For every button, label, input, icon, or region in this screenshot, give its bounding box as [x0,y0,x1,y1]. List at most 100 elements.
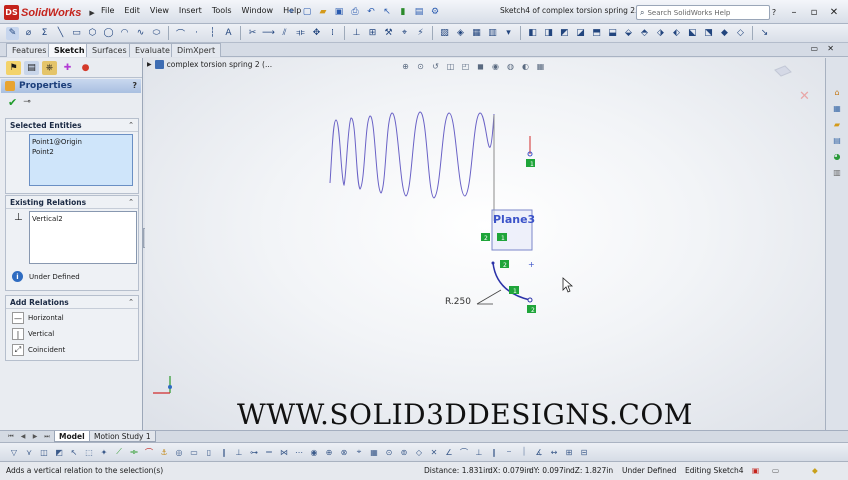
filter-vertices-icon[interactable]: ⋎ [23,446,35,458]
display-style-icon[interactable]: ◆ [718,27,731,40]
quick-snap-length-icon[interactable]: ↔ [548,446,560,458]
sigma-icon[interactable]: Σ [38,27,51,40]
quick-snap-point-icon[interactable]: ⊙ [383,446,395,458]
block-icon[interactable]: ▦ [470,27,483,40]
pierce-icon[interactable]: ⊗ [338,446,350,458]
quick-snaps-icon[interactable]: ⌖ [398,27,411,40]
view-top-icon[interactable]: ⬒ [590,27,603,40]
restore-button[interactable]: ▫ [806,5,822,19]
equal-icon[interactable]: ＝ [263,446,275,458]
view-bottom-icon[interactable]: ⬓ [606,27,619,40]
ellipse-icon[interactable]: ⬭ [150,27,163,40]
quick-snap-center-icon[interactable]: ⊚ [398,446,410,458]
measure-icon[interactable]: ↘ [758,27,771,40]
quick-snap-intersection-icon[interactable]: ✕ [428,446,440,458]
list-item[interactable]: Vertical2 [32,214,134,224]
menu-view[interactable]: View [145,6,174,15]
first-tab-icon[interactable]: ⏮ [6,432,16,441]
instant3d-icon[interactable]: ◈ [454,27,467,40]
quick-snap-nearest-icon[interactable]: ∠ [443,446,455,458]
undo-icon[interactable]: ↶ [364,5,378,19]
quick-snap-perpendicular-icon[interactable]: ⊥ [473,446,485,458]
view-dimetric-icon[interactable]: ⬗ [654,27,667,40]
select-icon[interactable]: ↖ [68,446,80,458]
symmetric-icon[interactable]: ⋈ [278,446,290,458]
notification-icon[interactable]: ◆ [812,462,818,479]
collapse-icon[interactable]: ⌃ [128,296,134,309]
tab-features[interactable]: Features [6,43,53,57]
pin-icon[interactable]: ⌖ [284,5,298,19]
keep-visible-pin-icon[interactable]: ⊸ [23,97,31,107]
next-tab-icon[interactable]: ▶ [30,432,40,441]
midpoint-icon[interactable]: ⊶ [248,446,260,458]
section-view-icon[interactable]: ◇ [734,27,747,40]
fix-icon[interactable]: ⚓ [158,446,170,458]
tab-motion-study-1[interactable]: Motion Study 1 [89,431,156,442]
solidworks-resources-icon[interactable]: ⌂ [830,86,844,99]
tab-surfaces[interactable]: Surfaces [86,43,133,57]
merge-icon[interactable]: ⊕ [323,446,335,458]
quick-snap-horizontal-icon[interactable]: ⎯ [503,446,515,458]
mirror-green-icon[interactable]: ⟚ [128,446,140,458]
exit-sketch-icon[interactable]: ✎ [6,26,19,40]
sketch-canvas[interactable]: + 1 2 1 2 1 2 ✕ [145,58,825,430]
design-library-icon[interactable]: ▦ [830,102,844,115]
add-relations-header[interactable]: Add Relations ⌃ [6,296,138,309]
appearances-icon[interactable]: ◕ [830,150,844,163]
display-relations-icon[interactable]: ⊞ [366,27,379,40]
quick-snap-quadrant-icon[interactable]: ◇ [413,446,425,458]
centerline-icon[interactable]: ┆ [206,27,219,40]
add-relation-horizontal[interactable]: — Horizontal [12,312,64,324]
vertical-icon[interactable]: ▯ [203,446,215,458]
save-icon[interactable]: ▣ [332,5,346,19]
units-icon[interactable]: ▭ [772,462,779,479]
snap-icon[interactable]: ⌖ [353,446,365,458]
quick-snap-vertical-icon[interactable]: ⏐ [518,446,530,458]
sketch-grid-icon[interactable]: ⊞ [563,446,575,458]
options-icon[interactable]: ⚙ [428,5,442,19]
menu-expand-arrow-icon[interactable]: ▶ [89,9,94,17]
view-palette-icon[interactable]: ▤ [830,134,844,147]
rebuild-status-icon[interactable]: ▣ [752,462,759,479]
collapse-icon[interactable]: ⌃ [128,119,134,132]
normal-to-icon[interactable]: ⬖ [670,27,683,40]
menu-tools[interactable]: Tools [207,6,237,15]
menu-file[interactable]: File [96,6,119,15]
trim-icon[interactable]: ✂ [246,27,259,40]
line-icon[interactable]: ╲ [54,27,67,40]
mirror-icon[interactable]: ⟚ [294,27,307,40]
circle-icon[interactable]: ◯ [102,27,115,40]
menu-edit[interactable]: Edit [119,6,145,15]
radius-dimension[interactable]: R.250 [445,297,471,307]
select-box-icon[interactable]: ⬚ [83,446,95,458]
view-left-icon[interactable]: ◩ [558,27,571,40]
last-tab-icon[interactable]: ⏭ [42,432,52,441]
display-manager-tab-icon[interactable]: ● [78,61,93,75]
view-back-icon[interactable]: ◨ [542,27,555,40]
close-button[interactable]: ✕ [826,5,842,19]
smart-dimension-icon[interactable]: ⌀ [22,27,35,40]
grid-icon[interactable]: ▦ [368,446,380,458]
open-folder-icon[interactable]: ▰ [316,5,330,19]
sketch-picture-icon[interactable]: ▨ [438,27,451,40]
concentric-icon[interactable]: ◉ [308,446,320,458]
menu-window[interactable]: Window [237,6,279,15]
text-icon[interactable]: A [222,27,235,40]
panel-close-icon[interactable]: ✕ [827,44,834,53]
property-manager-tab-icon[interactable]: ▤ [24,60,39,75]
polygon-icon[interactable]: ⬡ [86,27,99,40]
linear-pattern-icon[interactable]: ⁞ [326,27,339,40]
feature-manager-tab-icon[interactable]: ⚑ [6,60,21,75]
arc-icon[interactable]: ◠ [118,27,131,40]
dimension-dropdown-icon[interactable]: ▾ [502,27,515,40]
extend-icon[interactable]: ⟶ [262,27,275,40]
coincident-icon[interactable]: ◎ [173,446,185,458]
filter-faces-icon[interactable]: ◩ [53,446,65,458]
repair-sketch-icon[interactable]: ⚒ [382,27,395,40]
link-views-icon[interactable]: ⬕ [686,27,699,40]
view-cube-icon[interactable]: ⬔ [702,27,715,40]
help-search-input[interactable]: ⌕ Search SolidWorks Help [636,5,770,20]
tab-dimxpert[interactable]: DimXpert [171,43,222,57]
rapid-sketch-icon[interactable]: ⚡ [414,27,427,40]
point-icon[interactable]: · [190,27,203,40]
